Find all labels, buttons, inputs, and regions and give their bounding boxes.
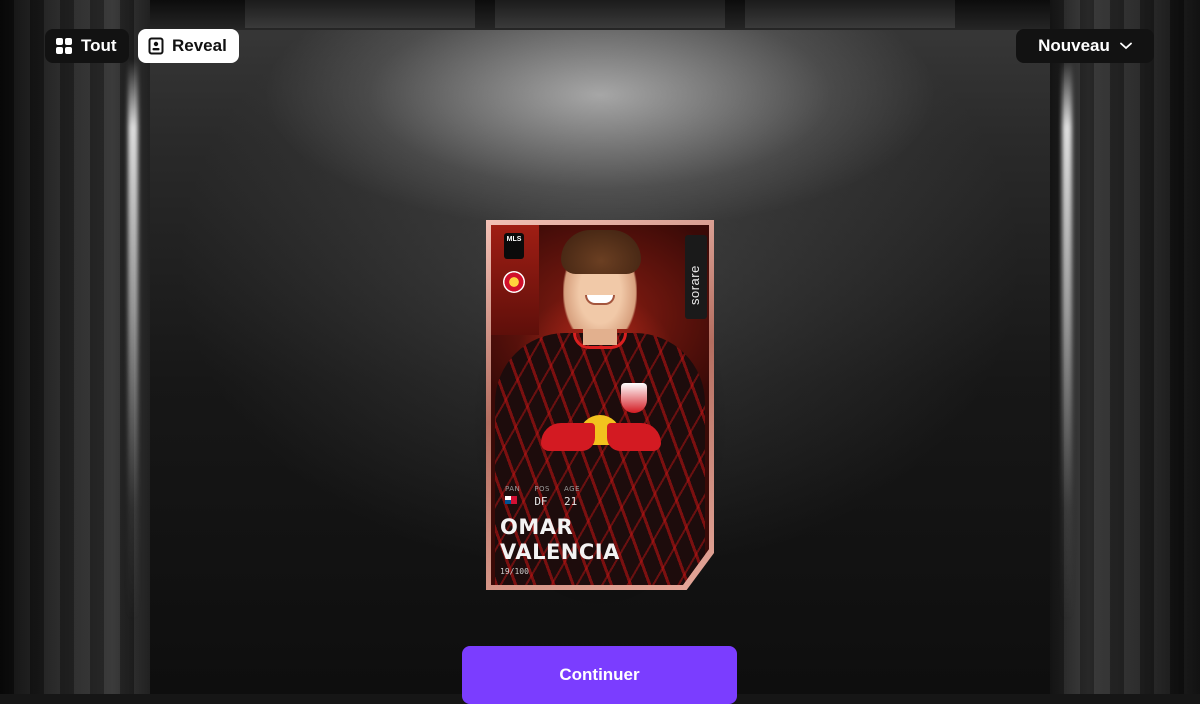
grid-icon (55, 37, 73, 55)
player-name: OMAR VALENCIA (500, 515, 620, 565)
stat-label: AGE (564, 485, 581, 493)
chevron-down-icon (1119, 42, 1132, 50)
flag-icon (505, 496, 517, 504)
sponsor-bull-right (607, 423, 661, 451)
card-icon (148, 37, 164, 55)
card-stats: PAN POS DF AGE 21 (505, 485, 580, 508)
filter-reveal-label: Reveal (172, 36, 227, 55)
sort-label: Nouveau (1038, 36, 1110, 55)
stat-age: AGE 21 (564, 485, 580, 508)
brand-mark: sorare (685, 235, 707, 319)
stat-label: PAN (505, 485, 521, 493)
right-wall (1050, 0, 1200, 694)
player-last-name: VALENCIA (500, 540, 620, 564)
filter-tout-label: Tout (81, 36, 117, 55)
player-first-name: OMAR (500, 515, 574, 539)
continue-label: Continuer (559, 665, 640, 684)
league-logo: MLS (504, 233, 524, 259)
filter-tout-button[interactable]: Tout (45, 29, 129, 63)
player-card[interactable]: MLS sorare PAN POS DF AGE 21 OMAR VALENC… (491, 225, 709, 585)
player-hair (561, 230, 641, 274)
stat-value: 21 (564, 495, 578, 508)
club-crest (621, 383, 647, 413)
right-light-strip (1062, 60, 1072, 620)
ceiling (130, 0, 1070, 30)
left-light-strip (128, 60, 138, 620)
club-logo (503, 271, 525, 293)
stat-value: DF (534, 495, 548, 508)
stat-nationality: PAN (505, 485, 520, 508)
sort-dropdown[interactable]: Nouveau (1016, 29, 1154, 63)
stat-label: POS (534, 485, 550, 493)
stat-position: POS DF (534, 485, 550, 508)
sponsor-bull-left (541, 423, 595, 451)
filter-reveal-button[interactable]: Reveal (138, 29, 239, 63)
card-serial-number: 19/100 (500, 567, 529, 576)
continue-button[interactable]: Continuer (462, 646, 737, 704)
brand-label: sorare (687, 265, 702, 305)
